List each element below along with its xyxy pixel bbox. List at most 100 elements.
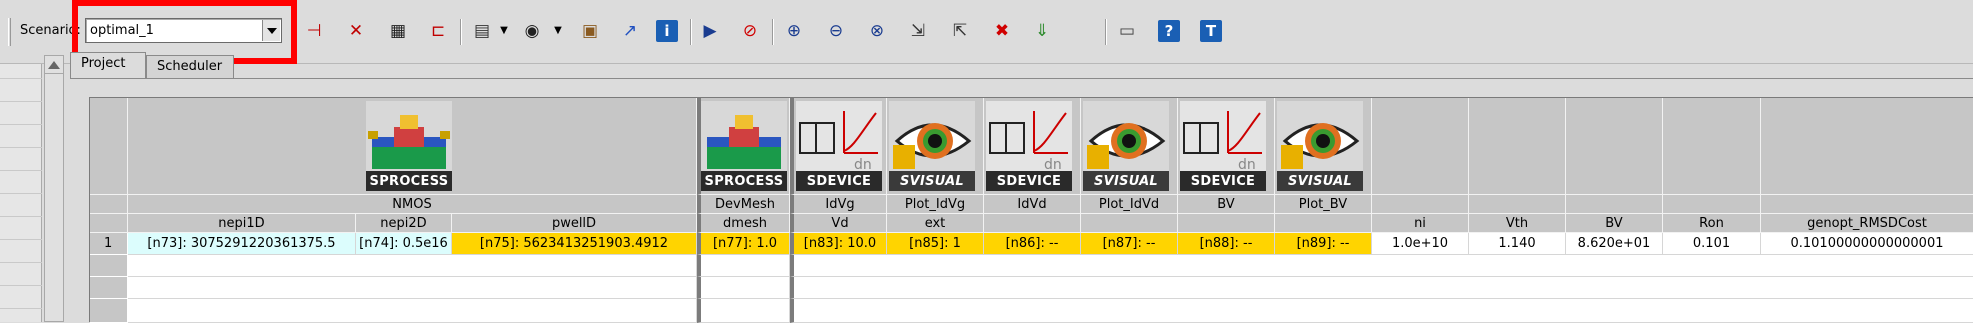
table-cell[interactable] xyxy=(697,277,790,299)
table-cell[interactable] xyxy=(128,277,697,299)
table-cell[interactable]: 0.101 xyxy=(1663,233,1761,255)
table-cell[interactable]: [n85]: 1 xyxy=(887,233,984,255)
tool-cell-bv[interactable]: dn SDEVICE xyxy=(1178,98,1275,195)
sdevice-tool-icon[interactable]: dn SDEVICE xyxy=(986,101,1072,191)
param-header[interactable] xyxy=(1081,214,1178,233)
tool-cell-plot-idvg[interactable]: SVISUAL xyxy=(887,98,984,195)
table-cell[interactable]: [n74]: 0.5e16 xyxy=(356,233,452,255)
table-cell[interactable] xyxy=(697,299,790,323)
tool-cell-plot-bv[interactable]: SVISUAL xyxy=(1275,98,1372,195)
eye-icon[interactable]: ◉ xyxy=(518,17,546,45)
table-cell[interactable] xyxy=(790,299,1973,323)
tool-cell-plot-idvd[interactable]: SVISUAL xyxy=(1081,98,1178,195)
table-cell[interactable] xyxy=(128,299,697,323)
tab-divider xyxy=(70,78,1973,79)
table-cell[interactable] xyxy=(790,277,1973,299)
table-icon[interactable]: ▦ xyxy=(384,17,412,45)
tool-caption: SPROCESS xyxy=(701,171,787,191)
table-cell[interactable] xyxy=(790,255,1973,277)
param-header[interactable]: nepi1D xyxy=(128,214,356,233)
param-header[interactable] xyxy=(984,214,1081,233)
param-header[interactable] xyxy=(1178,214,1275,233)
tool-caption: SPROCESS xyxy=(366,171,452,191)
table-cell[interactable]: 1.0e+10 xyxy=(1372,233,1469,255)
table-cell[interactable]: [n86]: -- xyxy=(984,233,1081,255)
stop-icon[interactable]: ⊘ xyxy=(736,17,764,45)
table-cell[interactable] xyxy=(697,255,790,277)
info-icon[interactable]: i xyxy=(656,20,678,42)
table-cell[interactable] xyxy=(128,255,697,277)
tab-scheduler[interactable]: Scheduler xyxy=(146,55,234,78)
variable-header[interactable]: genopt_RMSDCost xyxy=(1761,214,1973,233)
zoom-in-icon[interactable]: ⊕ xyxy=(780,17,808,45)
download-icon[interactable]: ⇓ xyxy=(1028,17,1056,45)
table-cell[interactable]: [n83]: 10.0 xyxy=(790,233,887,255)
export-icon[interactable]: ⇲ xyxy=(904,17,932,45)
svisual-tool-icon[interactable]: SVISUAL xyxy=(889,101,975,191)
help-icon[interactable]: ? xyxy=(1158,20,1180,42)
variable-header[interactable]: Vth xyxy=(1469,214,1566,233)
chart-icon[interactable]: ↗ xyxy=(616,17,644,45)
svisual-art xyxy=(889,101,975,173)
zoom-fit-icon[interactable]: ⊗ xyxy=(863,17,891,45)
param-header[interactable]: Vd xyxy=(790,214,887,233)
sprocess-tool-icon[interactable]: SPROCESS xyxy=(366,101,452,191)
split-icon[interactable]: ⊣ xyxy=(300,17,328,45)
svisual-tool-icon[interactable]: SVISUAL xyxy=(1277,101,1363,191)
vertical-scrollbar[interactable] xyxy=(44,55,64,322)
tool-cell-idvg[interactable]: dn SDEVICE xyxy=(790,98,887,195)
merge-icon[interactable]: ✕ xyxy=(342,17,370,45)
tools-icon[interactable]: ▣ xyxy=(576,17,604,45)
divider xyxy=(0,124,42,125)
sdevice-tool-icon[interactable]: dn SDEVICE xyxy=(1180,101,1266,191)
param-header[interactable]: pwellD xyxy=(452,214,697,233)
tab-project[interactable]: Project xyxy=(70,52,146,78)
param-header[interactable]: ext xyxy=(887,214,984,233)
separator xyxy=(690,19,692,45)
divider xyxy=(0,285,42,286)
row-number[interactable] xyxy=(90,277,128,299)
sdevice-art: dn xyxy=(796,101,882,173)
import-icon[interactable]: ⇱ xyxy=(946,17,974,45)
tool-caption: SVISUAL xyxy=(889,171,975,191)
table-cell[interactable]: [n87]: -- xyxy=(1081,233,1178,255)
table-cell[interactable]: 8.620e+01 xyxy=(1566,233,1663,255)
run-icon[interactable]: ▶ xyxy=(696,17,724,45)
variable-header[interactable]: BV xyxy=(1566,214,1663,233)
sdevice-tool-icon[interactable]: dn SDEVICE xyxy=(796,101,882,191)
param-header[interactable]: nepi2D xyxy=(356,214,452,233)
row-number[interactable]: 1 xyxy=(90,233,128,255)
console-icon[interactable]: ▭ xyxy=(1113,17,1141,45)
terminal-icon[interactable]: T xyxy=(1200,20,1222,42)
variable-header[interactable]: Ron xyxy=(1663,214,1761,233)
table-cell[interactable]: 1.140 xyxy=(1469,233,1566,255)
param-header[interactable]: dmesh xyxy=(697,214,790,233)
dropdown-arrow-icon[interactable]: ▼ xyxy=(490,17,518,45)
tool-cell-nmos[interactable]: SPROCESS xyxy=(128,98,697,195)
separator xyxy=(460,19,462,45)
table-cell[interactable]: [n73]: 3075291220361375.5 xyxy=(128,233,356,255)
table-cell[interactable]: [n77]: 1.0 xyxy=(697,233,790,255)
svisual-tool-icon[interactable]: SVISUAL xyxy=(1083,101,1169,191)
table-cell[interactable]: 0.10100000000000001 xyxy=(1761,233,1973,255)
table-cell[interactable]: [n89]: -- xyxy=(1275,233,1372,255)
table-cell[interactable]: [n88]: -- xyxy=(1178,233,1275,255)
dropdown-arrow-icon[interactable]: ▼ xyxy=(544,17,572,45)
cross-icon[interactable]: ✖ xyxy=(988,17,1016,45)
sprocess-tool-icon[interactable]: SPROCESS xyxy=(701,101,787,191)
variable-header[interactable]: ni xyxy=(1372,214,1469,233)
row-number[interactable] xyxy=(90,255,128,277)
svisual-art xyxy=(1277,101,1363,173)
toolbar-grip[interactable] xyxy=(8,18,11,46)
tree-icon[interactable]: ⊏ xyxy=(424,17,452,45)
scroll-up-icon[interactable] xyxy=(45,56,63,74)
step-name: IdVg xyxy=(790,195,887,214)
param-header[interactable] xyxy=(1275,214,1372,233)
tool-cell-idvd[interactable]: dn SDEVICE xyxy=(984,98,1081,195)
table-cell[interactable]: [n75]: 5623413251903.4912 xyxy=(452,233,697,255)
tool-cell-devmesh[interactable]: SPROCESS xyxy=(697,98,790,195)
zoom-out-icon[interactable]: ⊖ xyxy=(822,17,850,45)
corner-cell xyxy=(90,214,128,233)
row-number[interactable] xyxy=(90,299,128,323)
var-header-cell xyxy=(1663,98,1761,195)
